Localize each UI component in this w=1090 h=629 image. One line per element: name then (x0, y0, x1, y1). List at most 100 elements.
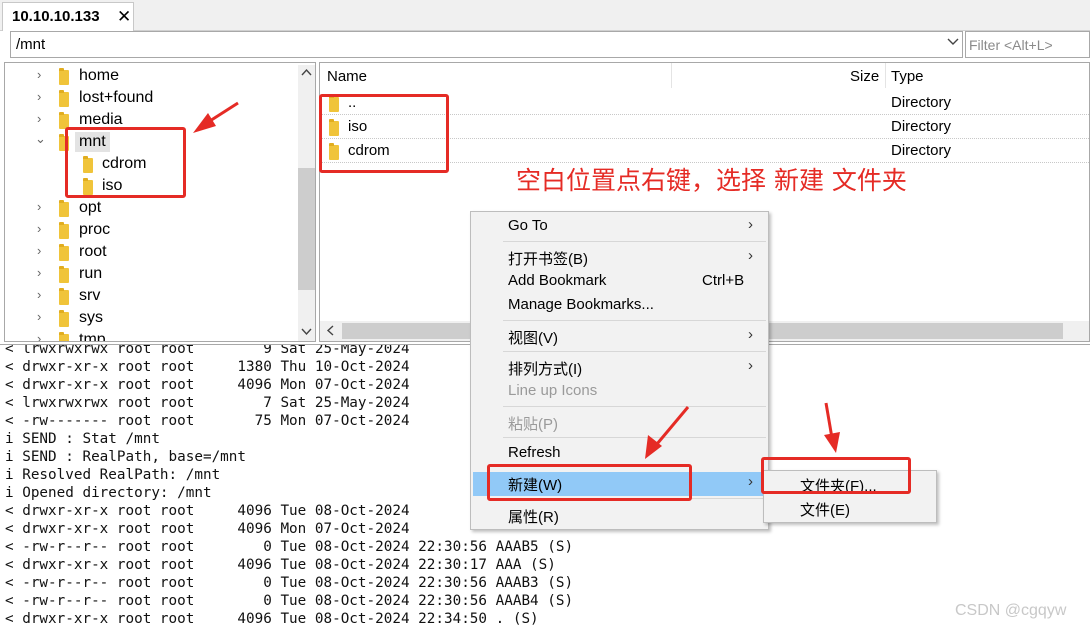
tree-item-opt[interactable]: › opt (5, 197, 295, 219)
menu-divider (503, 437, 766, 438)
tree-scrollbar[interactable] (298, 65, 315, 341)
folder-icon (59, 244, 69, 261)
column-header-size[interactable]: Size (850, 68, 879, 85)
folder-icon (59, 222, 69, 239)
tree-item-label: opt (79, 199, 102, 216)
log-line: < drwxr-xr-x root root 4096 Tue 08-Oct-2… (5, 557, 556, 573)
column-header-type[interactable]: Type (891, 68, 924, 85)
menu-item-label: 排列方式(I) (508, 361, 583, 378)
menu-item-label: 属性(R) (508, 509, 559, 526)
tree-scroll-thumb[interactable] (298, 168, 315, 290)
chevron-right-icon: › (748, 247, 753, 264)
menu-item-open-bookmark[interactable]: 打开书签(B) › (473, 246, 768, 270)
annotation-box-filelist (319, 94, 449, 173)
tab-title: 10.10.10.133 (12, 8, 100, 25)
watermark: CSDN @cgqyw (955, 602, 1067, 619)
file-list-header: Name Size Type (320, 63, 1089, 89)
log-line: < drwxr-xr-x root root 1380 Thu 10-Oct-2… (5, 359, 410, 375)
filter-placeholder: Filter <Alt+L> (969, 37, 1053, 53)
expand-icon[interactable]: › (37, 243, 49, 258)
column-divider[interactable] (885, 63, 886, 88)
menu-item-label: 视图(V) (508, 330, 558, 347)
tree-item-label: lost+found (79, 89, 154, 106)
file-type: Directory (891, 118, 952, 135)
expand-icon[interactable]: › (37, 331, 49, 341)
scroll-left-icon[interactable] (325, 325, 336, 339)
annotation-box-new (487, 464, 692, 501)
menu-item-view[interactable]: 视图(V) › (473, 325, 768, 349)
file-type: Directory (891, 94, 952, 111)
log-line: i Resolved RealPath: /mnt (5, 467, 221, 483)
menu-item-properties[interactable]: 属性(R) (473, 504, 768, 528)
menu-item-label: 打开书签(B) (508, 251, 588, 268)
menu-divider (503, 241, 766, 242)
chevron-down-icon[interactable] (947, 35, 959, 50)
menu-item-line-up-icons: Line up Icons (473, 380, 768, 404)
tab-session[interactable]: 10.10.10.133 ✕ (2, 2, 134, 31)
tree-item-label: tmp (79, 331, 106, 342)
scroll-down-icon[interactable] (301, 326, 312, 340)
expand-icon[interactable]: › (37, 67, 49, 82)
menu-item-label: 粘贴(P) (508, 416, 558, 433)
expand-icon[interactable]: › (37, 89, 49, 104)
log-line: i SEND : Stat /mnt (5, 431, 160, 447)
expand-icon[interactable]: › (37, 199, 49, 214)
tree-item-srv[interactable]: › srv (5, 285, 295, 307)
tree-item-root[interactable]: › root (5, 241, 295, 263)
log-line: < drwxr-xr-x root root 4096 Tue 08-Oct-2… (5, 503, 410, 519)
folder-icon (59, 288, 69, 305)
log-line: < -rw------- root root 75 Mon 07-Oct-202… (5, 413, 410, 429)
close-icon[interactable]: ✕ (117, 7, 131, 27)
collapse-icon[interactable]: ⌄ (35, 131, 47, 147)
menu-item-label: Go To (508, 217, 548, 234)
filter-input[interactable]: Filter <Alt+L> (965, 31, 1090, 58)
menu-item-label: 文件(E) (800, 502, 850, 519)
tree-item-tmp[interactable]: › tmp (5, 329, 295, 342)
tree-item-label: proc (79, 221, 111, 238)
menu-divider (503, 351, 766, 352)
log-line: < lrwxrwxrwx root root 7 Sat 25-May-2024 (5, 395, 410, 411)
menu-item-sort-by[interactable]: 排列方式(I) › (473, 356, 768, 380)
menu-divider (503, 320, 766, 321)
path-value: /mnt (16, 36, 46, 53)
scroll-up-icon[interactable] (301, 67, 312, 81)
log-line: < -rw-r--r-- root root 0 Tue 08-Oct-2024… (5, 575, 574, 591)
tree-item-lost-found[interactable]: › lost+found (5, 87, 295, 109)
tree-item-label: sys (79, 309, 103, 326)
file-type: Directory (891, 142, 952, 159)
menu-item-go-to[interactable]: Go To › (473, 215, 768, 239)
menu-item-refresh[interactable]: Refresh (473, 442, 768, 466)
tree-item-label: root (79, 243, 107, 260)
log-line: i SEND : RealPath, base=/mnt (5, 449, 247, 465)
chevron-right-icon: › (748, 326, 753, 343)
menu-divider (503, 406, 766, 407)
folder-icon (59, 90, 69, 107)
chevron-right-icon: › (748, 216, 753, 233)
menu-item-label: Add Bookmark (508, 272, 607, 289)
tree-item-proc[interactable]: › proc (5, 219, 295, 241)
submenu-item-file[interactable]: 文件(E) (766, 497, 936, 521)
path-input[interactable]: /mnt (10, 31, 963, 58)
tree-item-run[interactable]: › run (5, 263, 295, 285)
column-divider[interactable] (671, 63, 672, 88)
expand-icon[interactable]: › (37, 287, 49, 302)
tree-item-label: home (79, 67, 120, 84)
annotation-box-tree (65, 127, 186, 198)
chevron-right-icon: › (748, 357, 753, 374)
menu-item-manage-bookmarks[interactable]: Manage Bookmarks... (473, 294, 768, 318)
log-line: < -rw-r--r-- root root 0 Tue 08-Oct-2024… (5, 539, 574, 555)
log-line: < drwxr-xr-x root root 4096 Mon 07-Oct-2… (5, 521, 410, 537)
tree-item-sys[interactable]: › sys (5, 307, 295, 329)
column-header-name[interactable]: Name (327, 68, 367, 85)
menu-item-add-bookmark[interactable]: Add Bookmark Ctrl+B (473, 270, 768, 294)
expand-icon[interactable]: › (37, 221, 49, 236)
menu-item-label: Line up Icons (508, 382, 598, 399)
log-line: < drwxr-xr-x root root 4096 Tue 08-Oct-2… (5, 611, 539, 627)
menu-item-shortcut: Ctrl+B (702, 272, 745, 289)
expand-icon[interactable]: › (37, 111, 49, 126)
menu-item-label: Refresh (508, 444, 561, 461)
expand-icon[interactable]: › (37, 265, 49, 280)
expand-icon[interactable]: › (37, 309, 49, 324)
annotation-text: 空白位置点右键，选择 新建 文件夹 (516, 166, 907, 195)
tree-item-home[interactable]: › home (5, 65, 295, 87)
